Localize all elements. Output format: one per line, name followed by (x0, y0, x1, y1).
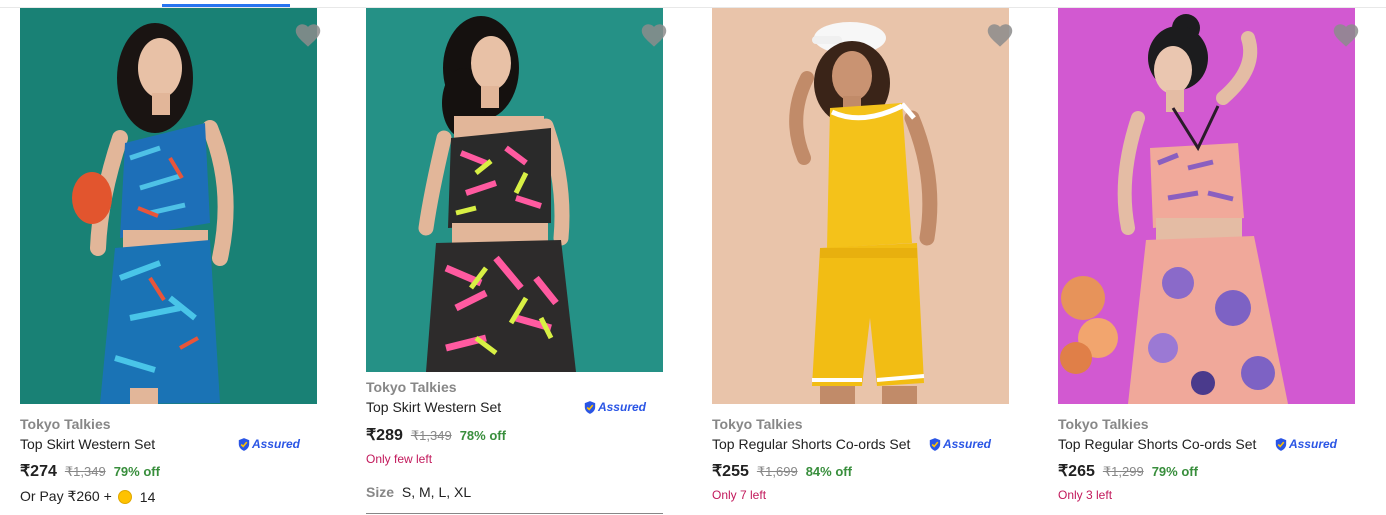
assured-badge: Assured (929, 434, 991, 454)
product-title[interactable]: Top Regular Shorts Co-ords Set (712, 436, 910, 452)
product-title[interactable]: Top Skirt Western Set (20, 436, 155, 452)
discount-percent: 84% off (805, 464, 852, 479)
price-row: ₹289 ₹1,349 78% off (366, 425, 506, 445)
original-price: ₹1,349 (64, 464, 106, 479)
shield-icon (238, 437, 250, 451)
original-price: ₹1,299 (1102, 464, 1144, 479)
price-row: ₹265 ₹1,299 79% off (1058, 461, 1198, 481)
size-values: S, M, L, XL (401, 484, 472, 500)
original-price: ₹1,699 (756, 464, 798, 479)
heart-icon[interactable] (1332, 22, 1360, 48)
product-card-3[interactable]: Tokyo Talkies Top Regular Shorts Co-ords… (712, 0, 1032, 515)
coin-count: 14 (139, 488, 156, 505)
product-brand: Tokyo Talkies (1058, 416, 1149, 432)
size-label: Size (366, 484, 395, 500)
woman-in-blue-floral-skirt-set-icon (20, 8, 317, 404)
discount-percent: 78% off (459, 428, 506, 443)
assured-label: Assured (1288, 437, 1337, 451)
discount-percent: 79% off (113, 464, 160, 479)
supercoin-icon (117, 489, 132, 504)
supercoin-offer: Or Pay ₹260 + 14 (20, 488, 155, 505)
product-brand: Tokyo Talkies (366, 379, 457, 395)
size-options: Size S, M, L, XL (366, 484, 471, 500)
product-image-2[interactable] (366, 8, 663, 372)
shield-icon (1275, 437, 1287, 451)
price-row: ₹255 ₹1,699 84% off (712, 461, 852, 481)
stock-status: Only few left (366, 452, 433, 466)
heart-icon[interactable] (640, 22, 668, 48)
stock-status: Only 3 left (1058, 488, 1113, 502)
assured-label: Assured (942, 437, 991, 451)
stock-status: Only 7 left (712, 488, 767, 502)
assured-label: Assured (597, 400, 646, 414)
selling-price: ₹274 (20, 463, 57, 480)
product-brand: Tokyo Talkies (20, 416, 111, 432)
assured-badge: Assured (584, 397, 646, 417)
woman-in-peach-floral-shorts-set-icon (1058, 8, 1355, 404)
assured-label: Assured (251, 437, 300, 451)
product-card-4[interactable]: Tokyo Talkies Top Regular Shorts Co-ords… (1058, 0, 1378, 515)
woman-in-pink-yellow-floral-skirt-set-icon (366, 8, 663, 372)
woman-in-yellow-shorts-set-icon (712, 8, 1009, 404)
selling-price: ₹255 (712, 463, 749, 480)
assured-badge: Assured (238, 434, 300, 454)
heart-icon[interactable] (294, 22, 322, 48)
price-row: ₹274 ₹1,349 79% off (20, 461, 160, 481)
product-image-3[interactable] (712, 8, 1009, 404)
shield-icon (584, 400, 596, 414)
heart-icon[interactable] (986, 22, 1014, 48)
product-title[interactable]: Top Skirt Western Set (366, 399, 501, 415)
original-price: ₹1,349 (410, 428, 452, 443)
shield-icon (929, 437, 941, 451)
product-brand: Tokyo Talkies (712, 416, 803, 432)
selling-price: ₹289 (366, 427, 403, 444)
product-image-1[interactable] (20, 8, 317, 404)
selling-price: ₹265 (1058, 463, 1095, 480)
pay-with-coins-label: Or Pay ₹260 + (20, 488, 112, 504)
product-card-1[interactable]: Tokyo Talkies Top Skirt Western Set Assu… (20, 0, 340, 515)
product-image-4[interactable] (1058, 8, 1355, 404)
product-title[interactable]: Top Regular Shorts Co-ords Set (1058, 436, 1256, 452)
product-card-2[interactable]: Tokyo Talkies Top Skirt Western Set Assu… (366, 0, 686, 515)
hover-card-border (366, 513, 663, 514)
discount-percent: 79% off (1151, 464, 1198, 479)
assured-badge: Assured (1275, 434, 1337, 454)
